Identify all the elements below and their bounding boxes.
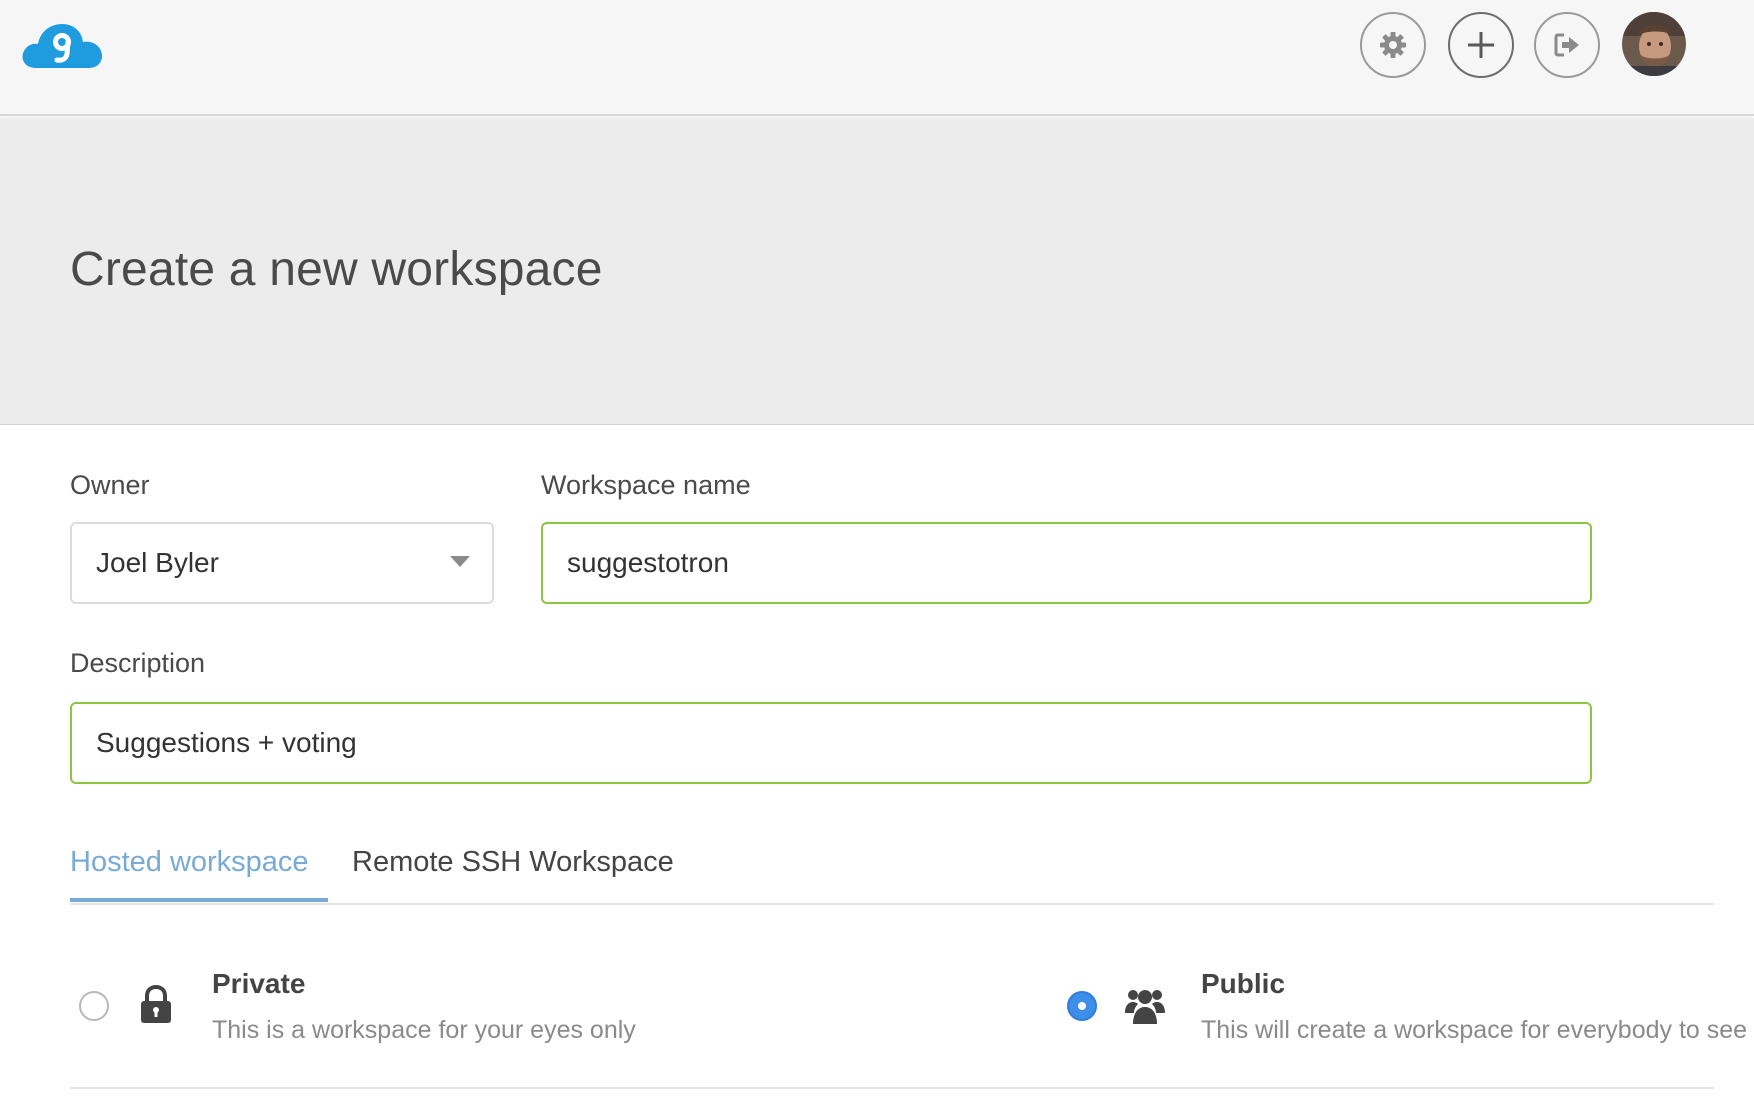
workspace-name-field[interactable] <box>541 522 1592 604</box>
settings-button[interactable] <box>1360 12 1426 78</box>
page-header: Create a new workspace <box>0 118 1754 425</box>
plus-icon <box>1466 30 1496 60</box>
private-radio[interactable] <box>79 991 109 1021</box>
owner-select-value: Joel Byler <box>96 547 219 578</box>
description-label: Description <box>70 648 206 678</box>
workspace-name-input[interactable] <box>567 524 1590 602</box>
gear-icon <box>1378 30 1408 60</box>
tabs-divider <box>70 903 1714 905</box>
tab-remote-ssh-workspace[interactable]: Remote SSH Workspace <box>352 846 674 879</box>
private-option-title: Private <box>212 968 306 999</box>
tab-hosted-workspace[interactable]: Hosted workspace <box>70 846 309 879</box>
section-divider <box>70 1087 1714 1089</box>
public-option-title: Public <box>1201 968 1286 999</box>
private-option-description: This is a workspace for your eyes only <box>212 1016 636 1044</box>
users-icon <box>1124 987 1166 1030</box>
owner-label: Owner <box>70 470 150 500</box>
sign-out-icon <box>1552 30 1582 60</box>
page-title: Create a new workspace <box>70 243 603 296</box>
cloud9-logo-icon[interactable] <box>20 16 104 72</box>
public-radio[interactable] <box>1067 991 1097 1021</box>
chevron-down-icon <box>450 556 470 567</box>
owner-select[interactable]: Joel Byler <box>70 522 494 604</box>
description-field[interactable] <box>70 702 1592 784</box>
user-avatar[interactable] <box>1622 12 1686 76</box>
create-workspace-button[interactable] <box>1448 12 1514 78</box>
description-input[interactable] <box>96 704 1590 782</box>
top-bar <box>0 0 1754 116</box>
logout-button[interactable] <box>1534 12 1600 78</box>
public-option-description: This will create a workspace for everybo… <box>1201 1016 1748 1044</box>
workspace-name-label: Workspace name <box>541 470 751 500</box>
active-tab-indicator <box>70 898 328 902</box>
lock-icon <box>139 984 173 1030</box>
